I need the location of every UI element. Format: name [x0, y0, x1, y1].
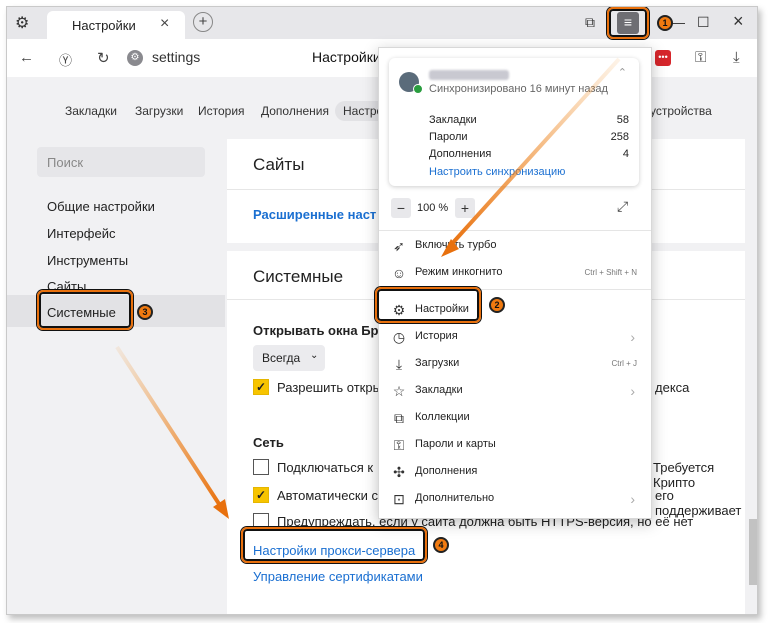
- arrow-to-turbo: [447, 57, 621, 249]
- arrow-to-proxy: [115, 345, 223, 509]
- browser-window: ⚙ Настройки × + ⧉ ≡ — ☐ × ← Ⓨ ↻ ⚙ settin…: [6, 6, 758, 615]
- annotation-arrows: [115, 57, 621, 519]
